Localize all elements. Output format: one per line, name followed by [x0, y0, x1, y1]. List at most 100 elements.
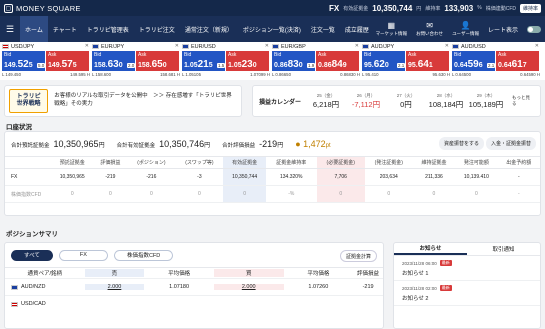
user-info-button[interactable]: 👤 ユーザー情報 — [452, 21, 479, 37]
ask-button[interactable]: Ask 95.641 — [406, 51, 449, 71]
high-value: 95.630 H — [432, 72, 450, 77]
nav-normal-order[interactable]: 通常注文（新規） — [180, 16, 238, 42]
sum-value: 10,350,746円 — [159, 139, 211, 149]
ticker-eur-jpy[interactable]: EUR/JPY ✕ Bid 158.630 Ask 158.650 2.0 L 158.600… — [92, 42, 180, 80]
ticker-pair: USD/JPY — [2, 42, 90, 51]
bid-ask: Bid 149.525 Ask 149.575 5.0 — [2, 51, 90, 71]
filter-fx-chip[interactable]: FX — [58, 249, 108, 261]
filter-cfd-chip[interactable]: 株価指数CFD — [113, 249, 174, 261]
grid-icon: ▦ — [387, 21, 396, 30]
account-cell: 134.320% — [265, 168, 317, 186]
position-col-header: 評価損益 — [357, 271, 380, 277]
news-item[interactable]: 2023/11/28 02:00 最新 お知らせ 2 — [394, 281, 540, 306]
ticker-eur-gbp[interactable]: EUR/GBP ✕ Bid 0.86830 Ask 0.86849 1.9 L 0.86650… — [272, 42, 360, 80]
promo-banner[interactable]: トラリピ 世界戦略 お客様のリアルな取引データを公開中 ＞＞ 存在感増す「トラリピ… — [4, 85, 242, 117]
ticker-eur-usd[interactable]: EUR/USD ✕ Bid 1.05215 Ask 1.05230 1.5 L 1.05105… — [182, 42, 270, 80]
news-item[interactable]: 2023/11/28 06:00 最新 お知らせ 1 — [394, 256, 540, 281]
market-info-button[interactable]: ▦ マーケット情報 — [376, 21, 408, 37]
bid-ask: Bid 0.86830 Ask 0.86849 1.9 — [272, 51, 360, 71]
close-icon[interactable]: ✕ — [535, 43, 539, 49]
nav-trap-order[interactable]: トラリピ注文 — [134, 16, 180, 42]
brand-logo[interactable]: ▢ MONEY SQUARE — [4, 3, 81, 13]
filter-all-chip[interactable]: すべて — [11, 249, 53, 261]
bid-price: 0.64596 — [454, 59, 483, 70]
bid-button[interactable]: Bid 95.620 — [362, 51, 405, 71]
margin-calc-button[interactable]: 証拠金計算 — [339, 250, 377, 262]
bid-label: Bid — [454, 52, 462, 58]
account-col-header: 発注可能額 — [455, 156, 498, 169]
calendar-day[interactable]: 25（金） 6,218円 — [306, 93, 346, 110]
account-cell: - — [497, 185, 540, 203]
margin-rate-value: 133,903 — [444, 3, 474, 13]
news-title: お知らせ 2 — [402, 296, 429, 302]
account-col-header: (ポジション) — [127, 156, 176, 169]
account-cell: 211,336 — [412, 168, 456, 186]
position-cell[interactable]: 2.000 — [84, 284, 145, 290]
calendar-day[interactable]: 29（木） 105,189円 — [466, 93, 506, 110]
ask-button[interactable]: Ask 0.86849 — [316, 51, 359, 71]
high-low: L 158.600 158.681 H — [92, 72, 180, 77]
high-value: 149.595 H — [70, 72, 90, 77]
tab-notices[interactable]: お知らせ — [394, 243, 467, 255]
nav-trap-table[interactable]: トラリピ管理表 — [82, 16, 134, 42]
position-col-header: 買 — [213, 269, 284, 277]
close-icon[interactable]: ✕ — [355, 43, 359, 49]
high-low: L 149.450 149.595 H — [2, 72, 90, 77]
high-low: L 0.86650 0.86830 H — [272, 72, 360, 77]
nav-orders[interactable]: 注文一覧 — [306, 16, 340, 42]
calendar-pl-value: 0円 — [400, 99, 412, 109]
ask-label: Ask — [48, 52, 57, 58]
news-date-row: 2023/11/28 06:00 最新 — [402, 260, 532, 266]
ticker-usd-jpy[interactable]: USD/JPY ✕ Bid 149.525 Ask 149.575 5.0 L 149.450… — [2, 42, 90, 80]
ask-button[interactable]: Ask 1.05230 — [226, 51, 269, 71]
au-flag-icon — [11, 284, 18, 290]
close-icon[interactable]: ✕ — [85, 43, 89, 49]
ticker-aud-jpy[interactable]: AUD/JPY ✕ Bid 95.620 Ask 95.641 2.1 L 95.410 95.… — [362, 42, 450, 80]
bid-button[interactable]: Bid 1.05215 — [182, 51, 225, 71]
ask-button[interactable]: Ask 0.64617 — [496, 51, 539, 71]
ask-button[interactable]: Ask 158.650 — [136, 51, 179, 71]
tab-trade-alerts[interactable]: 取引通知 — [467, 243, 540, 255]
nav-positions[interactable]: ポジション一覧(決済) — [238, 16, 306, 42]
ticker-pair: AUD/JPY — [362, 42, 450, 51]
ask-price: 0.64617 — [498, 59, 527, 70]
bid-button[interactable]: Bid 149.525 — [2, 51, 45, 71]
hamburger-menu-icon[interactable]: ☰ — [0, 24, 20, 35]
ticker-aud-usd[interactable]: AUD/USD ✕ Bid 0.64596 Ask 0.64617 2.1 L 0.64500… — [452, 42, 540, 80]
close-icon[interactable]: ✕ — [175, 43, 179, 49]
position-row[interactable]: AUD/NZD 2.000 1.07180 2.000 1.07260 -219 — [5, 278, 383, 295]
bid-button[interactable]: Bid 158.630 — [92, 51, 135, 71]
bid-button[interactable]: Bid 0.64596 — [452, 51, 495, 71]
calendar-pl-value: 108,184円 — [428, 99, 464, 109]
ask-button[interactable]: Ask 149.575 — [46, 51, 89, 71]
bid-button[interactable]: Bid 0.86830 — [272, 51, 315, 71]
nav-history[interactable]: 成立履歴 — [340, 16, 374, 42]
news-date-row: 2023/11/28 02:00 最新 — [402, 285, 532, 291]
close-icon[interactable]: ✕ — [445, 43, 449, 49]
au-flag-icon — [452, 44, 459, 49]
calendar-day[interactable]: 28（水） 108,184円 — [426, 93, 466, 110]
account-sum-2: 合計評価損益 -219円 — [222, 139, 283, 149]
account-cell: 10,350,744 — [223, 168, 266, 186]
position-row[interactable]: USD/CAD — [5, 295, 383, 312]
rate-display-toggle[interactable] — [527, 25, 541, 33]
position-pair: AUD/NZD — [5, 284, 85, 290]
contact-button[interactable]: ✉ お問い合わせ — [416, 21, 443, 37]
account-sum-0: 合計預託証拠金 10,350,965円 — [11, 139, 105, 149]
low-value: L 158.600 — [92, 72, 111, 77]
calendar-day[interactable]: 26（月） -7,112円 — [346, 93, 386, 110]
close-icon[interactable]: ✕ — [265, 43, 269, 49]
cfd-margin-pill[interactable]: 維持率 — [519, 3, 541, 13]
nav-chart[interactable]: チャート — [48, 16, 82, 42]
position-pair: USD/CAD — [5, 301, 85, 307]
calendar-day[interactable]: 27（火） 0円 — [386, 93, 426, 110]
nav-home[interactable]: ホーム — [20, 16, 48, 42]
asset-transfer-button[interactable]: 資産振替をする — [438, 137, 484, 150]
user-icon: 👤 — [460, 21, 471, 30]
position-cell[interactable]: 2.000 — [213, 284, 284, 290]
calendar-more-link[interactable]: もっと見る — [512, 95, 534, 107]
badge-line-2: 世界戦略 — [16, 101, 41, 107]
us-flag-icon — [11, 301, 18, 307]
deposit-transfer-button[interactable]: 入金・証拠金振替 — [485, 137, 536, 150]
account-cell: 0 — [223, 185, 266, 203]
